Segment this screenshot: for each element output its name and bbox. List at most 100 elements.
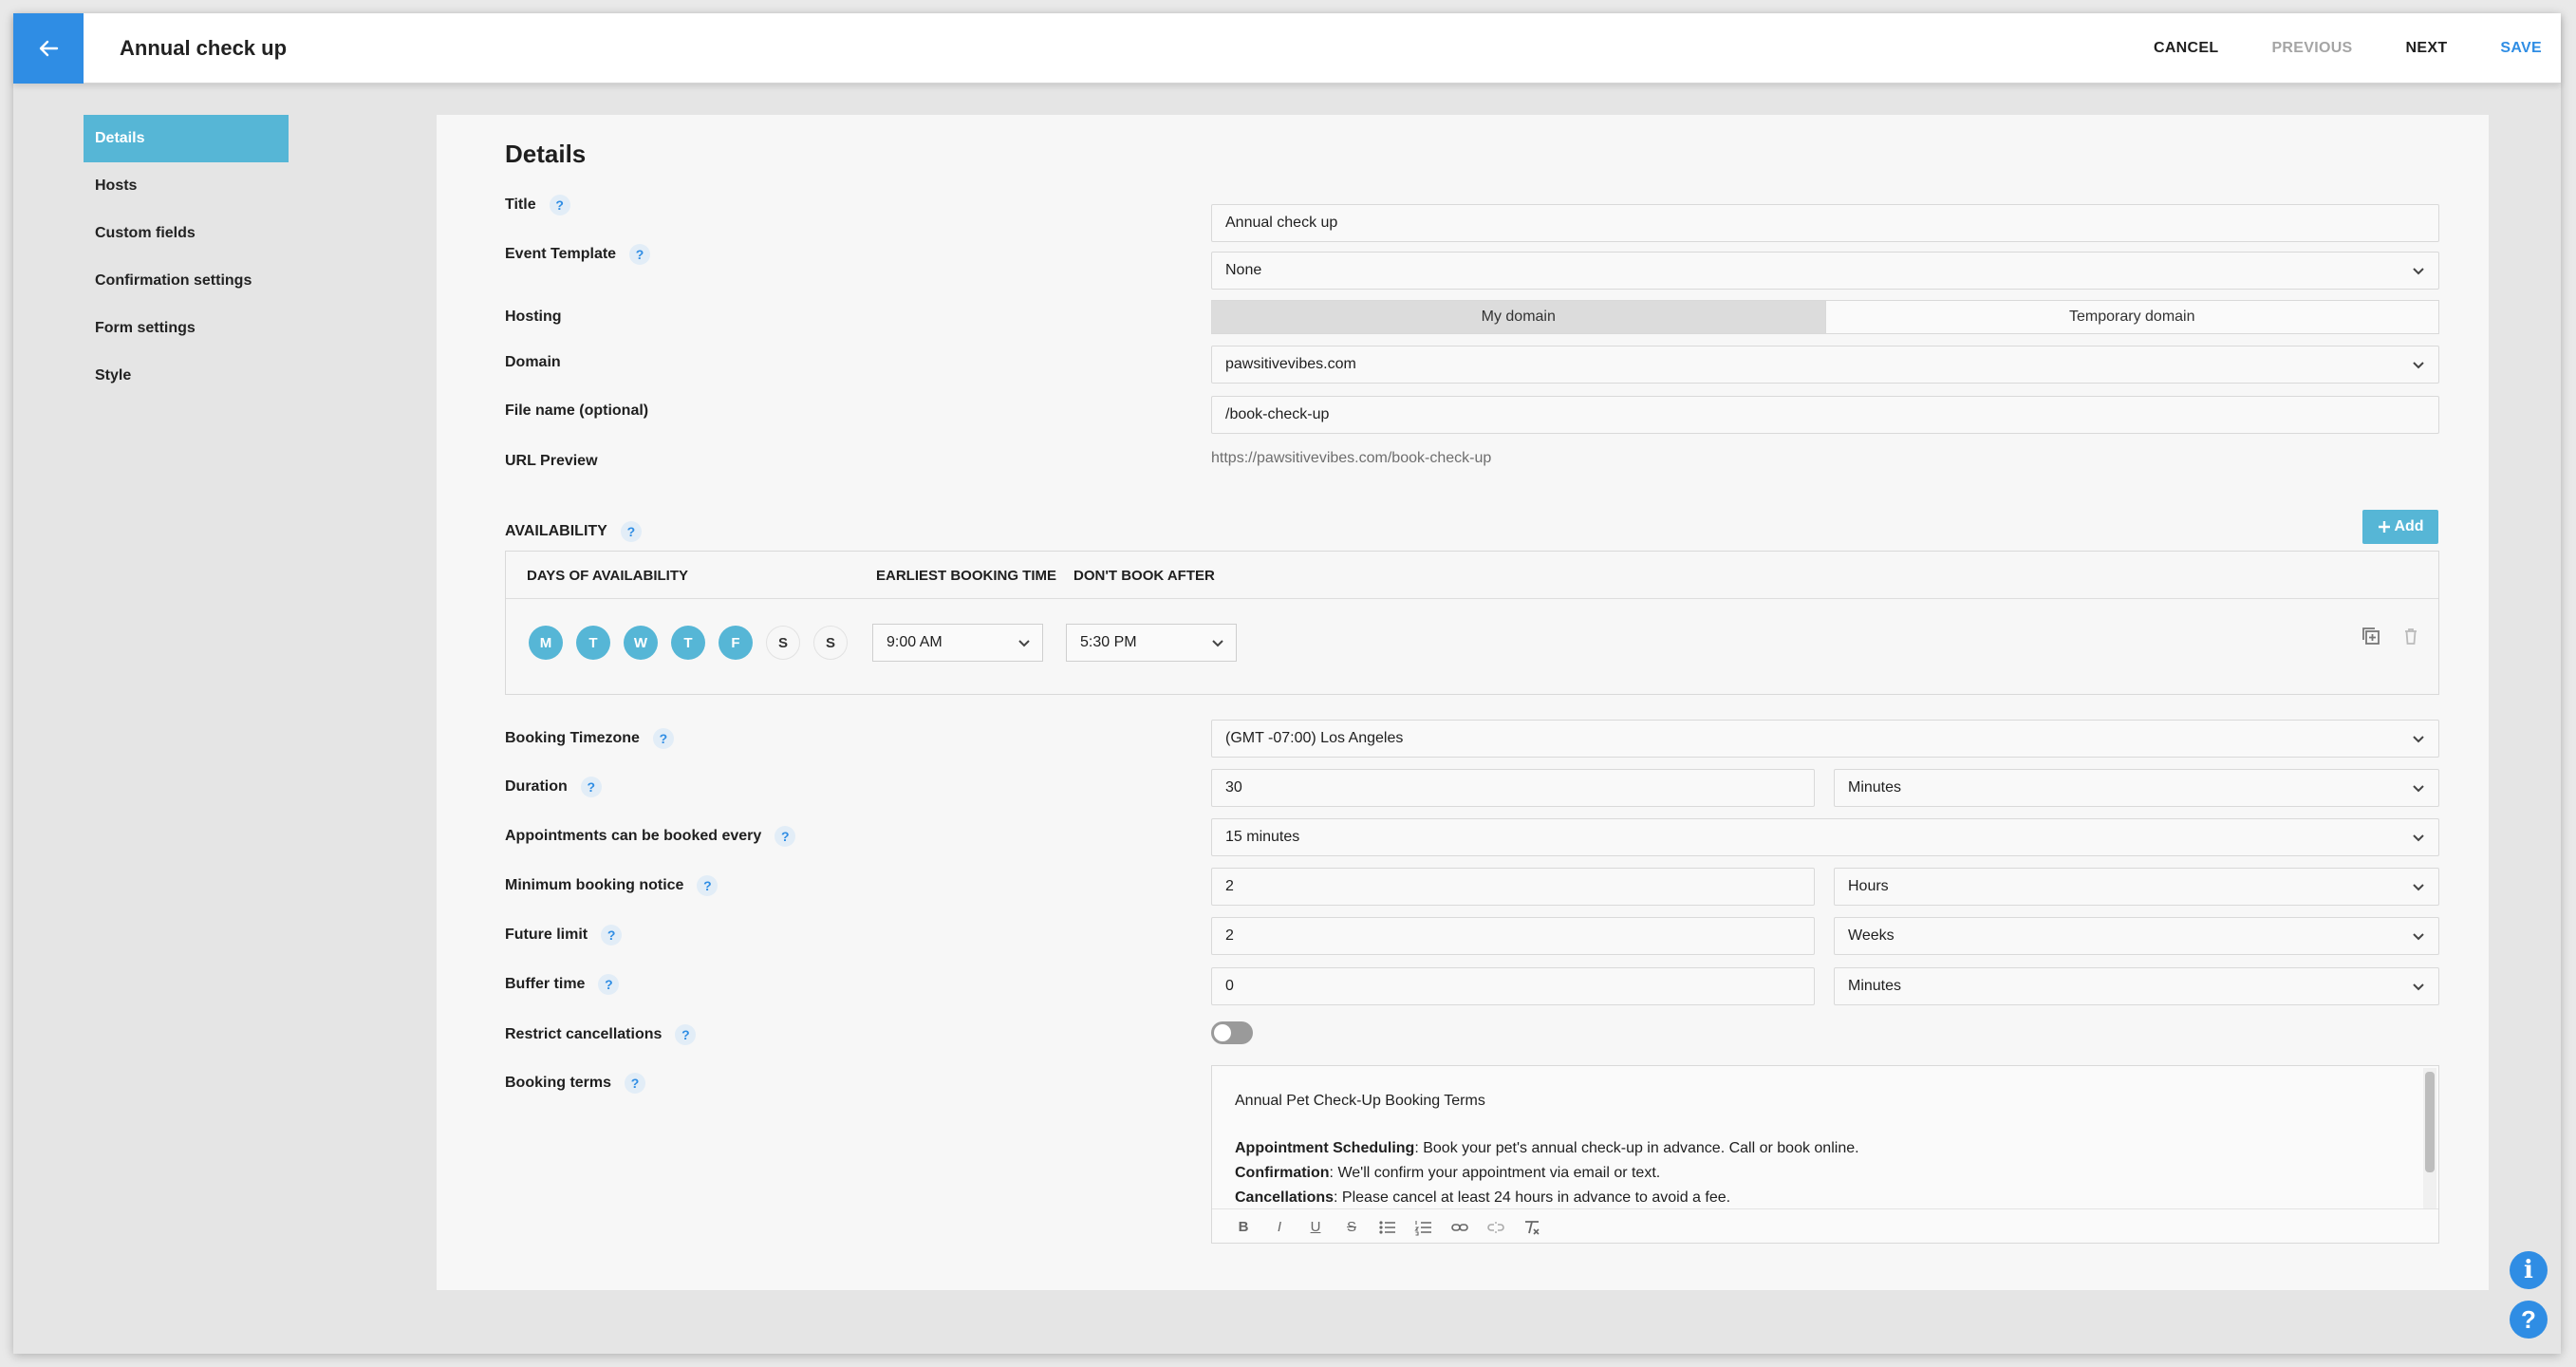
sidebar-item-details[interactable]: Details	[84, 115, 289, 162]
duplicate-icon[interactable]	[2361, 626, 2381, 646]
interval-label: Appointments can be booked every ?	[505, 826, 796, 847]
trash-icon[interactable]	[2400, 626, 2421, 646]
chevron-down-icon	[1212, 640, 1223, 647]
col-dont-book-header: DON'T BOOK AFTER	[1073, 568, 1215, 584]
top-bar: Annual check up CANCEL PREVIOUS NEXT SAV…	[13, 13, 2561, 84]
help-icon[interactable]: ?	[652, 728, 674, 749]
scrollbar-thumb[interactable]	[2425, 1072, 2435, 1172]
italic-button[interactable]: I	[1261, 1213, 1297, 1242]
timezone-select[interactable]: (GMT -07:00) Los Angeles	[1211, 720, 2439, 758]
day-tuesday[interactable]: T	[576, 626, 610, 660]
min-notice-input[interactable]: 2	[1211, 868, 1815, 906]
help-icon[interactable]: ?	[775, 826, 796, 847]
sidebar-item-custom-fields[interactable]: Custom fields	[84, 210, 289, 257]
help-button[interactable]: ?	[2510, 1301, 2548, 1339]
day-thursday[interactable]: T	[671, 626, 705, 660]
future-limit-input[interactable]: 2	[1211, 917, 1815, 955]
hosting-option-my-domain[interactable]: My domain	[1212, 301, 1825, 333]
restrict-cancellations-toggle[interactable]	[1211, 1021, 1253, 1044]
event-template-select[interactable]: None	[1211, 252, 2439, 290]
arrow-left-icon	[39, 40, 59, 57]
section-title: Details	[505, 140, 587, 168]
hosting-option-temporary-domain[interactable]: Temporary domain	[1824, 301, 2438, 333]
underline-button[interactable]: U	[1297, 1213, 1334, 1242]
domain-select[interactable]: pawsitivevibes.com	[1211, 346, 2439, 384]
chevron-down-icon	[1018, 640, 1030, 647]
help-icon[interactable]: ?	[625, 1073, 646, 1094]
question-icon: ?	[2521, 1304, 2536, 1334]
col-earliest-header: EARLIEST BOOKING TIME	[876, 568, 1057, 584]
duration-unit-select[interactable]: Minutes	[1834, 769, 2439, 807]
save-button[interactable]: SAVE	[2500, 40, 2542, 57]
bullet-list-icon[interactable]	[1370, 1213, 1406, 1242]
min-notice-unit-select[interactable]: Hours	[1834, 868, 2439, 906]
link-icon[interactable]	[1442, 1213, 1478, 1242]
day-wednesday[interactable]: W	[624, 626, 658, 660]
editor-content[interactable]: Annual Pet Check-Up Booking Terms Appoin…	[1212, 1066, 2421, 1208]
sidebar-item-style[interactable]: Style	[84, 352, 289, 400]
info-icon: i	[2524, 1256, 2533, 1284]
help-icon[interactable]: ?	[629, 244, 651, 265]
timezone-label: Booking Timezone ?	[505, 728, 674, 749]
plus-icon	[2379, 521, 2391, 533]
previous-button[interactable]: PREVIOUS	[2271, 40, 2352, 57]
availability-row-actions	[2342, 626, 2421, 646]
help-icon[interactable]: ?	[598, 974, 620, 995]
buffer-unit-select[interactable]: Minutes	[1834, 967, 2439, 1005]
back-button[interactable]	[13, 13, 84, 84]
interval-select[interactable]: 15 minutes	[1211, 818, 2439, 856]
sidebar-item-hosts[interactable]: Hosts	[84, 162, 289, 210]
help-icon[interactable]: ?	[620, 521, 642, 542]
future-limit-unit-select[interactable]: Weeks	[1834, 917, 2439, 955]
numbered-list-icon[interactable]	[1406, 1213, 1442, 1242]
bold-button[interactable]: B	[1225, 1213, 1261, 1242]
sidebar-item-form-settings[interactable]: Form settings	[84, 305, 289, 352]
day-friday[interactable]: F	[719, 626, 753, 660]
editor-scrollbar[interactable]	[2423, 1068, 2436, 1208]
chevron-down-icon	[2413, 268, 2424, 275]
next-button[interactable]: NEXT	[2406, 40, 2448, 57]
chevron-down-icon	[2413, 834, 2424, 842]
future-limit-label: Future limit ?	[505, 925, 623, 946]
duration-label: Duration ?	[505, 777, 602, 797]
availability-table: DAYS OF AVAILABILITY EARLIEST BOOKING TI…	[505, 551, 2439, 695]
day-sunday[interactable]: S	[813, 626, 848, 660]
col-days-header: DAYS OF AVAILABILITY	[527, 568, 689, 584]
terms-title: Annual Pet Check-Up Booking Terms	[1235, 1093, 1485, 1109]
availability-label: AVAILABILITY ?	[505, 521, 642, 542]
sidebar-item-confirmation-settings[interactable]: Confirmation settings	[84, 257, 289, 305]
add-availability-button[interactable]: Add	[2362, 510, 2438, 544]
chevron-down-icon	[2413, 736, 2424, 743]
day-saturday[interactable]: S	[766, 626, 800, 660]
help-icon[interactable]: ?	[675, 1024, 697, 1045]
help-icon[interactable]: ?	[580, 777, 602, 797]
help-icon[interactable]: ?	[549, 195, 570, 215]
cancel-button[interactable]: CANCEL	[2154, 40, 2218, 57]
clear-format-icon[interactable]	[1514, 1213, 1550, 1242]
toggle-knob	[1214, 1024, 1231, 1041]
help-icon[interactable]: ?	[697, 875, 719, 896]
availability-header: DAYS OF AVAILABILITY EARLIEST BOOKING TI…	[506, 552, 2438, 599]
day-picker: M T W T F S S	[529, 626, 861, 660]
strikethrough-button[interactable]: S	[1334, 1213, 1370, 1242]
domain-label: Domain	[505, 354, 561, 370]
earliest-time-select[interactable]: 9:00 AM	[872, 624, 1043, 662]
duration-input[interactable]: 30	[1211, 769, 1815, 807]
terms-cancellations: Cancellations: Please cancel at least 24…	[1235, 1189, 1731, 1206]
app-window: Annual check up CANCEL PREVIOUS NEXT SAV…	[13, 13, 2561, 1354]
info-button[interactable]: i	[2510, 1251, 2548, 1289]
file-name-label: File name (optional)	[505, 403, 649, 419]
dont-book-after-select[interactable]: 5:30 PM	[1066, 624, 1237, 662]
booking-terms-editor[interactable]: Annual Pet Check-Up Booking Terms Appoin…	[1211, 1065, 2439, 1244]
buffer-input[interactable]: 0	[1211, 967, 1815, 1005]
editor-toolbar: B I U S	[1212, 1208, 2438, 1245]
url-preview-value: https://pawsitivevibes.com/book-check-up	[1211, 450, 1492, 466]
day-monday[interactable]: M	[529, 626, 563, 660]
title-input[interactable]: Annual check up	[1211, 204, 2439, 242]
min-notice-label: Minimum booking notice ?	[505, 875, 719, 896]
title-label: Title ?	[505, 195, 570, 215]
file-name-input[interactable]: /book-check-up	[1211, 396, 2439, 434]
help-icon[interactable]: ?	[601, 925, 623, 946]
chevron-down-icon	[2413, 933, 2424, 941]
unlink-icon[interactable]	[1478, 1213, 1514, 1242]
